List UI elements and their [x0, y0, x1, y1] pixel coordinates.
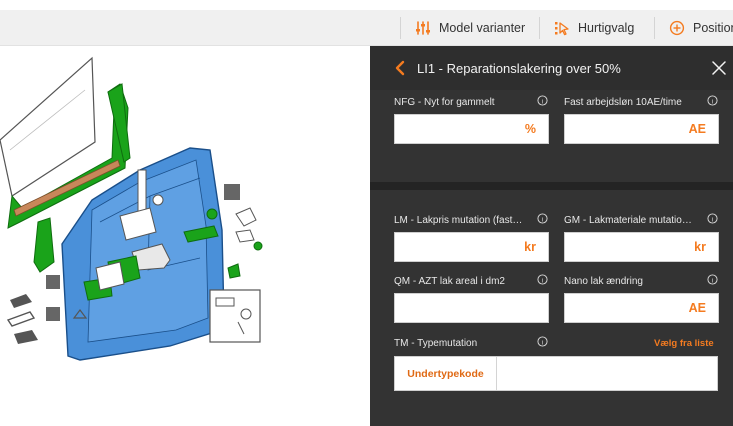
nano-label: Nano lak ændring — [564, 276, 643, 287]
quick-select-icon — [555, 22, 569, 36]
clip-part[interactable] — [46, 275, 60, 289]
qm-input[interactable] — [394, 293, 549, 323]
gm-label: GM - Lakmateriale mutatio… — [564, 215, 692, 226]
fast-input[interactable]: AE — [564, 114, 719, 144]
nano-input[interactable]: AE — [564, 293, 719, 323]
svg-text:i: i — [712, 216, 713, 223]
section-divider — [370, 182, 733, 190]
svg-text:i: i — [712, 277, 713, 284]
lm-input[interactable]: kr — [394, 232, 549, 262]
kr-suffix: kr — [524, 240, 536, 254]
position-button[interactable]: Position — [669, 10, 733, 46]
percent-suffix: % — [524, 122, 536, 136]
qm-label: QM - AZT lak areal i dm2 — [394, 276, 505, 287]
fast-label: Fast arbejdsløn 10AE/time — [564, 97, 682, 108]
close-icon[interactable] — [712, 61, 726, 75]
subtype-code-button[interactable]: Undertypekode — [395, 357, 497, 390]
svg-text:i: i — [542, 98, 543, 105]
info-icon[interactable]: i — [537, 95, 548, 106]
nfg-label: NFG - Nyt for gammelt — [394, 97, 495, 108]
svg-text:i: i — [542, 216, 543, 223]
back-chevron-icon[interactable] — [392, 60, 408, 76]
kr-suffix: kr — [694, 240, 706, 254]
svg-text:i: i — [542, 277, 543, 284]
panel-title: LI1 - Reparationslakering over 50% — [417, 61, 621, 76]
typemutation-input[interactable] — [498, 357, 717, 390]
position-label: Position — [693, 21, 733, 35]
choose-from-list-link[interactable]: Vælg fra liste — [654, 338, 714, 349]
toolbar-separator — [400, 17, 401, 39]
door-illustration — [0, 46, 370, 426]
info-icon[interactable]: i — [707, 274, 718, 285]
svg-text:i: i — [542, 339, 543, 346]
gm-input[interactable]: kr — [564, 232, 719, 262]
section-basic: NFG - Nyt for gammelt i % Fast arbejdslø… — [370, 90, 733, 182]
toolbar-separator — [654, 17, 655, 39]
lm-label: LM - Lakpris mutation (fast… — [394, 215, 523, 226]
toolbar: Model varianter Hurtigvalg Position — [0, 10, 733, 46]
ae-suffix: AE — [688, 122, 706, 136]
door-parts-diagram — [0, 56, 263, 361]
sliders-icon — [416, 21, 430, 35]
toolbar-separator — [539, 17, 540, 39]
repair-panel: LI1 - Reparationslakering over 50% NFG -… — [370, 46, 733, 426]
info-icon[interactable]: i — [707, 213, 718, 224]
info-icon[interactable]: i — [537, 336, 548, 347]
info-icon[interactable]: i — [707, 95, 718, 106]
tm-label: TM - Typemutation — [394, 338, 478, 349]
ae-suffix: AE — [688, 301, 706, 315]
info-icon[interactable]: i — [537, 213, 548, 224]
quick-select-label: Hurtigvalg — [578, 21, 635, 35]
plus-circle-icon — [669, 20, 685, 36]
info-icon[interactable]: i — [537, 274, 548, 285]
panel-header: LI1 - Reparationslakering over 50% — [370, 46, 733, 90]
typemutation-control: Undertypekode — [394, 356, 718, 391]
svg-text:i: i — [712, 98, 713, 105]
quick-select-button[interactable]: Hurtigvalg — [554, 10, 634, 46]
model-variants-label: Model varianter — [439, 21, 526, 35]
clip-part[interactable] — [46, 307, 60, 321]
model-variants-button[interactable]: Model varianter — [415, 10, 525, 46]
nfg-input[interactable]: % — [394, 114, 549, 144]
